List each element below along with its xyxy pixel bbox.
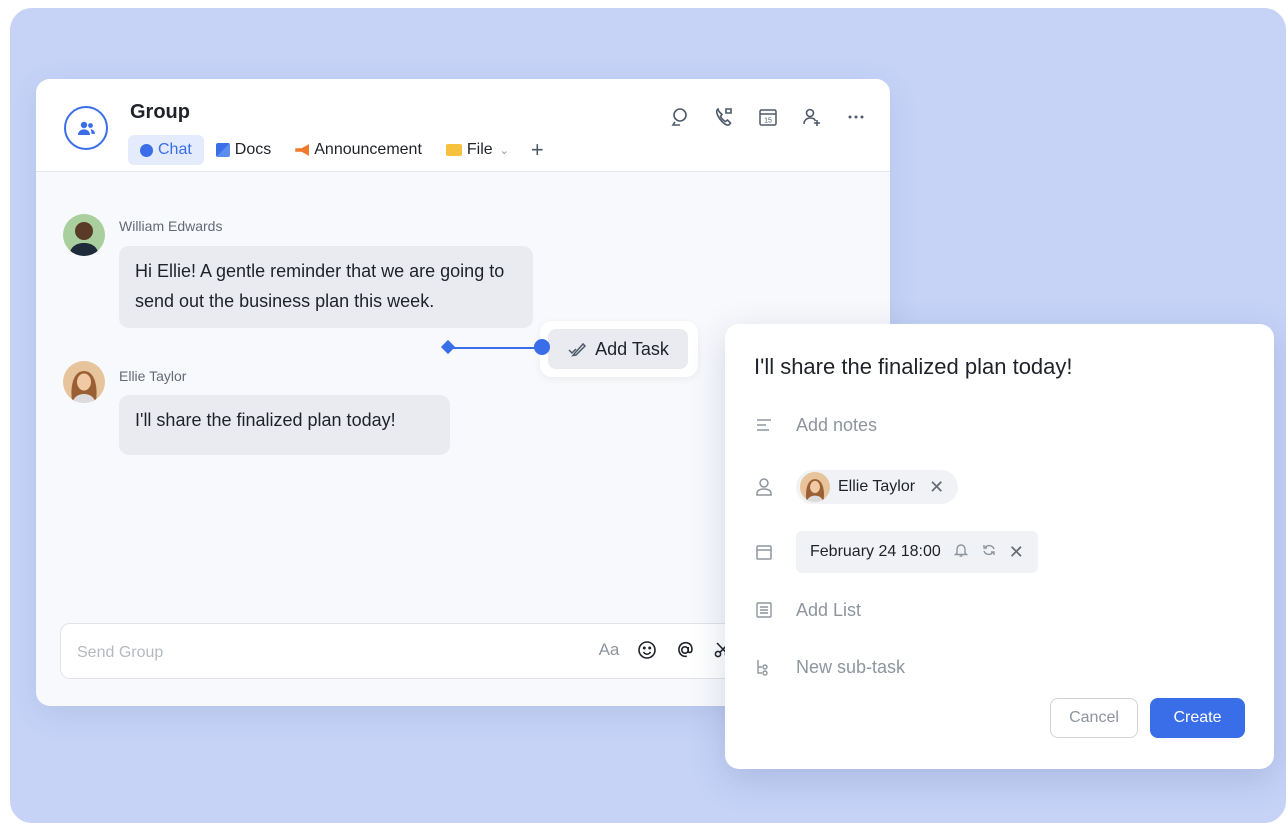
add-task-popover: Add Task [540, 321, 698, 377]
task-connector-line [448, 347, 544, 349]
cancel-button[interactable]: Cancel [1050, 698, 1138, 738]
svg-text:15: 15 [764, 118, 772, 125]
task-title[interactable]: I'll share the finalized plan today! [754, 354, 1073, 380]
group-icon [78, 121, 95, 135]
list-icon [752, 598, 776, 622]
mention-icon[interactable] [673, 638, 697, 662]
due-date-chip[interactable]: February 24 18:00 ✕ [796, 531, 1038, 573]
phone-icon[interactable] [712, 105, 736, 129]
subtask-placeholder: New sub-task [796, 656, 906, 677]
bell-icon[interactable] [953, 542, 969, 563]
message-input[interactable] [75, 638, 559, 668]
avatar-william[interactable] [63, 214, 105, 256]
add-task-button[interactable]: Add Task [548, 329, 688, 369]
clear-date-icon[interactable]: ✕ [1009, 542, 1024, 563]
emoji-icon[interactable] [635, 638, 659, 662]
subtask-row[interactable]: New sub-task [752, 655, 905, 679]
group-title: Group [130, 101, 190, 123]
message-bubble[interactable]: Hi Ellie! A gentle reminder that we are … [119, 246, 533, 328]
list-placeholder: Add List [796, 599, 862, 620]
announcement-icon [295, 144, 310, 156]
task-creation-panel: I'll share the finalized plan today! Add… [725, 324, 1274, 769]
tab-file[interactable]: File ⌄ [434, 135, 521, 165]
tab-label: Docs [234, 141, 272, 158]
chevron-down-icon: ⌄ [499, 144, 509, 157]
add-member-icon[interactable] [800, 105, 824, 129]
remove-assignee-icon[interactable]: ✕ [929, 477, 944, 498]
notes-icon [752, 413, 776, 437]
avatar-ellie-small [800, 472, 830, 502]
person-icon [752, 475, 776, 499]
group-avatar[interactable] [64, 106, 108, 150]
more-icon[interactable] [844, 105, 868, 129]
folder-icon [445, 144, 462, 156]
tab-label: Announcement [314, 141, 422, 158]
text-format-icon[interactable]: Aa [597, 638, 621, 662]
add-tab-button[interactable]: + [521, 139, 554, 161]
sender-name: William Edwards [119, 218, 223, 234]
composer-actions: Aa [597, 638, 735, 662]
search-icon[interactable] [668, 105, 692, 129]
assignee-chip[interactable]: Ellie Taylor ✕ [796, 470, 959, 504]
chat-header: Group Chat Docs Announcement File ⌄ + 15 [36, 79, 890, 172]
tab-label: Chat [158, 141, 192, 158]
assignee-name: Ellie Taylor [838, 478, 916, 495]
calendar-icon[interactable]: 15 [756, 105, 780, 129]
tab-announcement[interactable]: Announcement [283, 135, 434, 165]
notes-row[interactable]: Add notes [752, 413, 877, 437]
checkmark-pen-icon [568, 342, 587, 357]
repeat-icon[interactable] [981, 542, 997, 563]
due-date-row: February 24 18:00 ✕ [752, 531, 1038, 573]
docs-icon [215, 143, 230, 157]
tab-docs[interactable]: Docs [204, 135, 283, 165]
list-row[interactable]: Add List [752, 598, 861, 622]
due-date-text: February 24 18:00 [810, 543, 941, 560]
calendar-icon [752, 540, 776, 564]
tab-label: File [466, 141, 493, 158]
message-bubble[interactable]: I'll share the finalized plan today! [119, 395, 450, 455]
chat-icon [140, 143, 153, 157]
connector-end-marker [534, 339, 550, 355]
assignee-row: Ellie Taylor ✕ [752, 470, 959, 504]
create-button[interactable]: Create [1150, 698, 1245, 738]
sender-name: Ellie Taylor [119, 368, 187, 384]
tab-bar: Chat Docs Announcement File ⌄ + [128, 135, 554, 165]
avatar-ellie[interactable] [63, 361, 105, 403]
subtask-icon [752, 655, 776, 679]
notes-placeholder: Add notes [796, 414, 878, 435]
add-task-label: Add Task [595, 338, 669, 359]
header-actions: 15 [668, 105, 868, 129]
tab-chat[interactable]: Chat [128, 135, 204, 165]
